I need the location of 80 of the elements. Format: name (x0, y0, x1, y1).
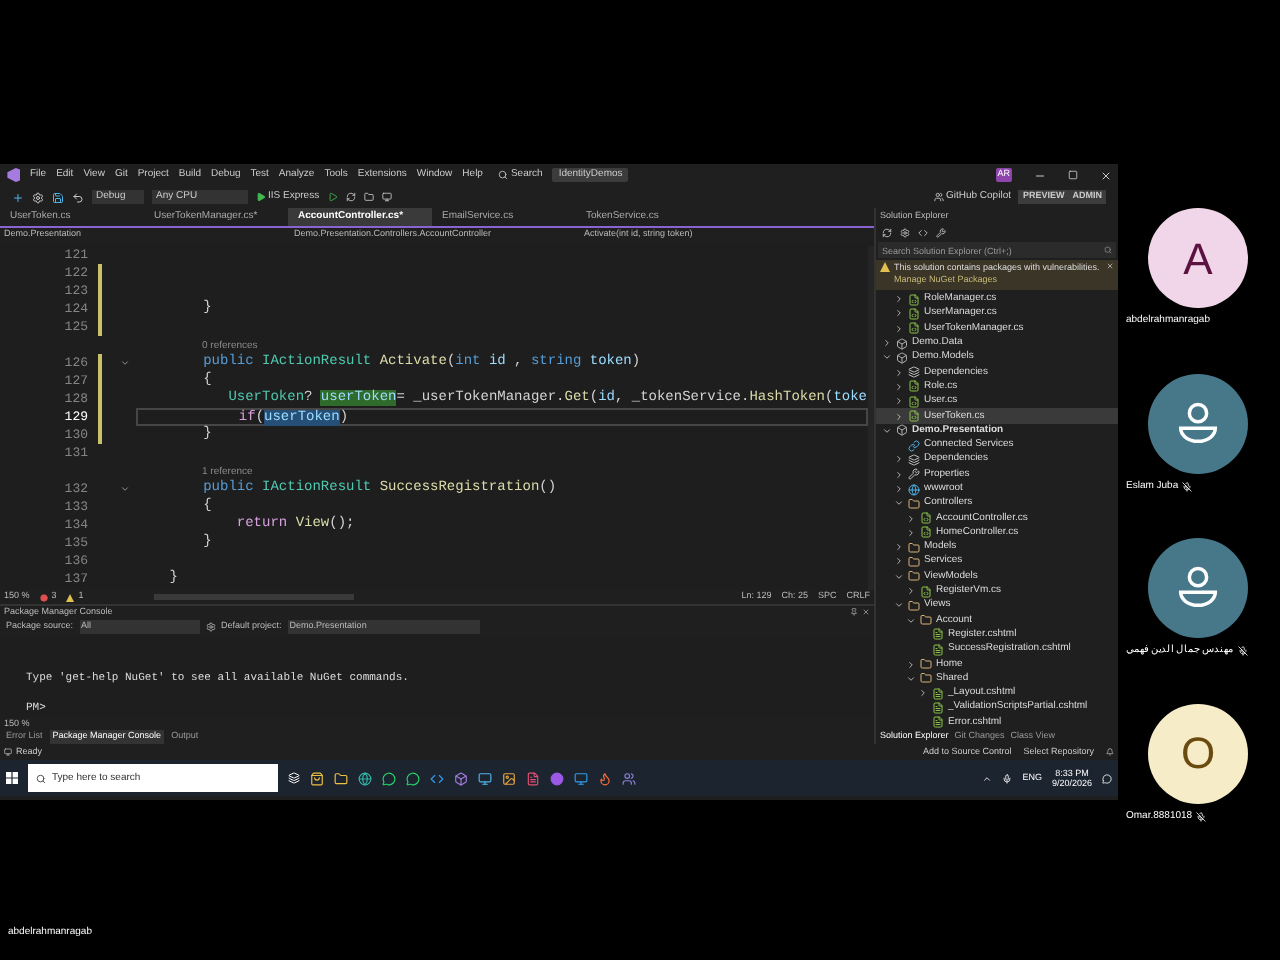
chevron-up-icon[interactable] (982, 773, 993, 783)
caret-icon[interactable] (906, 527, 916, 538)
sync-icon[interactable] (882, 228, 892, 238)
pin-icon[interactable] (850, 608, 858, 616)
layers-icon (908, 453, 920, 466)
add-icon[interactable] (12, 191, 24, 203)
fold-icon[interactable] (119, 358, 129, 368)
close-icon[interactable] (1100, 169, 1112, 181)
monitor-icon[interactable] (574, 771, 588, 785)
people-icon (933, 192, 944, 202)
caret-icon[interactable] (894, 571, 904, 582)
folder-icon[interactable] (363, 192, 374, 202)
caret-icon[interactable] (894, 498, 904, 509)
bag-icon[interactable] (310, 771, 324, 785)
warning-icon (880, 262, 890, 272)
caret-icon[interactable] (894, 381, 904, 392)
settings-icon[interactable] (900, 228, 910, 238)
image-icon[interactable] (502, 771, 516, 785)
caret-icon[interactable] (894, 367, 904, 378)
caret-icon[interactable] (894, 396, 904, 407)
play-outline-icon[interactable] (327, 192, 338, 202)
maximize-icon[interactable] (1068, 170, 1078, 180)
folder-icon (908, 497, 920, 510)
code-icon[interactable] (918, 228, 928, 238)
caret-icon[interactable] (894, 556, 904, 567)
wrench-icon (908, 468, 920, 481)
task-view-icon[interactable] (288, 772, 300, 784)
people-icon[interactable] (622, 771, 636, 785)
flame-icon[interactable] (598, 771, 612, 785)
globe-icon[interactable] (358, 771, 372, 785)
caret-icon[interactable] (906, 513, 916, 524)
layers-icon (908, 366, 920, 379)
project-icon (896, 424, 908, 437)
search-icon (1104, 246, 1112, 254)
fold-icon[interactable] (119, 484, 129, 494)
settings-icon[interactable] (205, 622, 216, 632)
wrench-icon[interactable] (936, 228, 946, 238)
code-icon[interactable] (430, 771, 444, 785)
caret-icon[interactable] (894, 454, 904, 465)
error-icon (39, 593, 48, 601)
caret-icon[interactable] (906, 673, 916, 684)
play-icon (256, 192, 266, 202)
box-icon[interactable] (454, 771, 468, 785)
search-icon (498, 170, 509, 180)
caret-icon[interactable] (894, 469, 904, 480)
caret-icon[interactable] (894, 411, 904, 422)
caret-icon[interactable] (906, 586, 916, 597)
save-icon[interactable] (52, 191, 64, 203)
search-icon (36, 773, 46, 783)
caret-icon[interactable] (894, 323, 904, 334)
avatar-initial: O (1180, 726, 1216, 782)
caret-icon[interactable] (894, 294, 904, 305)
caret-icon[interactable] (882, 352, 892, 363)
caret-icon[interactable] (894, 308, 904, 319)
monitor-icon[interactable] (478, 771, 492, 785)
caret-icon[interactable] (882, 425, 892, 436)
caret-icon[interactable] (882, 338, 892, 349)
monitor-icon[interactable] (381, 192, 392, 202)
refresh-icon[interactable] (345, 192, 356, 202)
caret-icon[interactable] (918, 688, 928, 699)
notification-icon[interactable] (1106, 748, 1114, 756)
globe-icon (908, 483, 920, 495)
link-icon (908, 439, 920, 452)
disc-icon[interactable] (550, 771, 564, 785)
folder-icon[interactable] (334, 771, 348, 785)
caret-icon[interactable] (906, 659, 916, 670)
caret-icon[interactable] (894, 484, 904, 494)
minimize-icon[interactable] (1034, 169, 1046, 181)
code-file-icon (920, 585, 932, 598)
caret-icon[interactable] (894, 542, 904, 553)
caret-icon[interactable] (906, 615, 916, 626)
app-logo-icon (6, 168, 20, 182)
document-icon[interactable] (526, 771, 540, 785)
caret-icon[interactable] (894, 600, 904, 611)
avatar-initial: A (1183, 231, 1213, 287)
undo-icon[interactable] (72, 191, 84, 203)
microphone-icon[interactable] (1002, 773, 1013, 783)
status-icon (4, 748, 12, 756)
settings-icon[interactable] (32, 191, 44, 203)
windows-logo-icon[interactable] (6, 772, 18, 784)
